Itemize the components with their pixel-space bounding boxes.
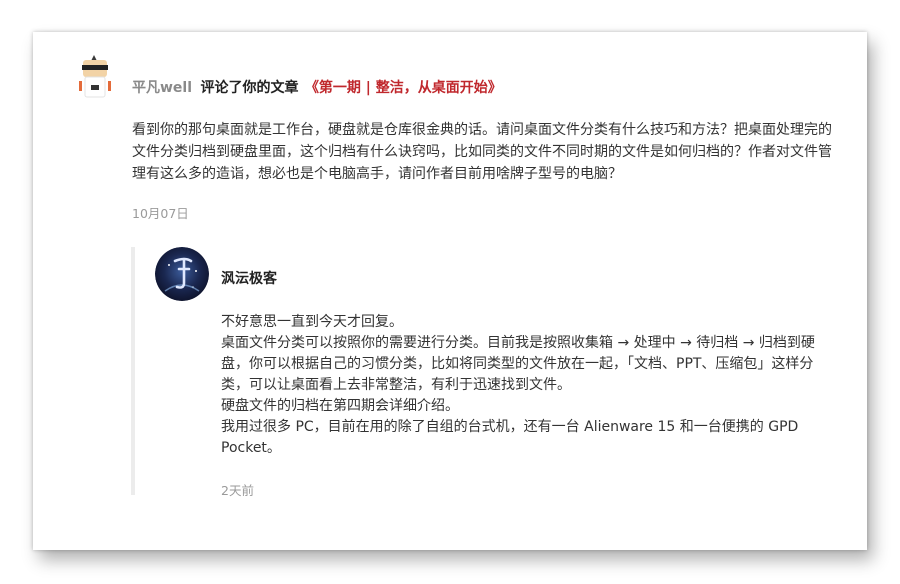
- user-avatar[interactable]: [74, 52, 116, 100]
- reply-paragraph: 硬盘文件的归档在第四期会详细介绍。: [221, 398, 459, 414]
- comment-card: 平凡well 评论了你的文章 《第一期 | 整洁，从桌面开始》 看到你的那句桌面…: [33, 32, 867, 550]
- article-link[interactable]: 《第一期 | 整洁，从桌面开始》: [305, 80, 502, 96]
- reply-date: 2天前: [221, 483, 254, 498]
- author-avatar[interactable]: [155, 247, 209, 301]
- reply-paragraph: 桌面文件分类可以按照你的需要进行分类。目前我是按照收集箱 → 处理中 → 待归档…: [221, 335, 815, 393]
- comment-date: 10月07日: [132, 206, 189, 221]
- comment-action-text: 评论了你的文章: [200, 80, 299, 96]
- commenter-name[interactable]: 平凡well: [132, 80, 192, 96]
- comment-body: 看到你的那句桌面就是工作台，硬盘就是仓库很金典的话。请问桌面文件分类有什么技巧和…: [132, 122, 832, 182]
- comment-header: 平凡well 评论了你的文章 《第一期 | 整洁，从桌面开始》: [132, 78, 502, 98]
- author-name[interactable]: 沨沄极客: [221, 268, 277, 288]
- reply-body: 不好意思一直到今天才回复。 桌面文件分类可以按照你的需要进行分类。目前我是按照收…: [221, 312, 841, 459]
- reply-paragraph: 不好意思一直到今天才回复。: [221, 314, 403, 330]
- author-reply: 沨沄极客 不好意思一直到今天才回复。 桌面文件分类可以按照你的需要进行分类。目前…: [131, 247, 835, 498]
- reply-paragraph: 我用过很多 PC，目前在用的除了自组的台式机，还有一台 Alienware 15…: [221, 419, 799, 456]
